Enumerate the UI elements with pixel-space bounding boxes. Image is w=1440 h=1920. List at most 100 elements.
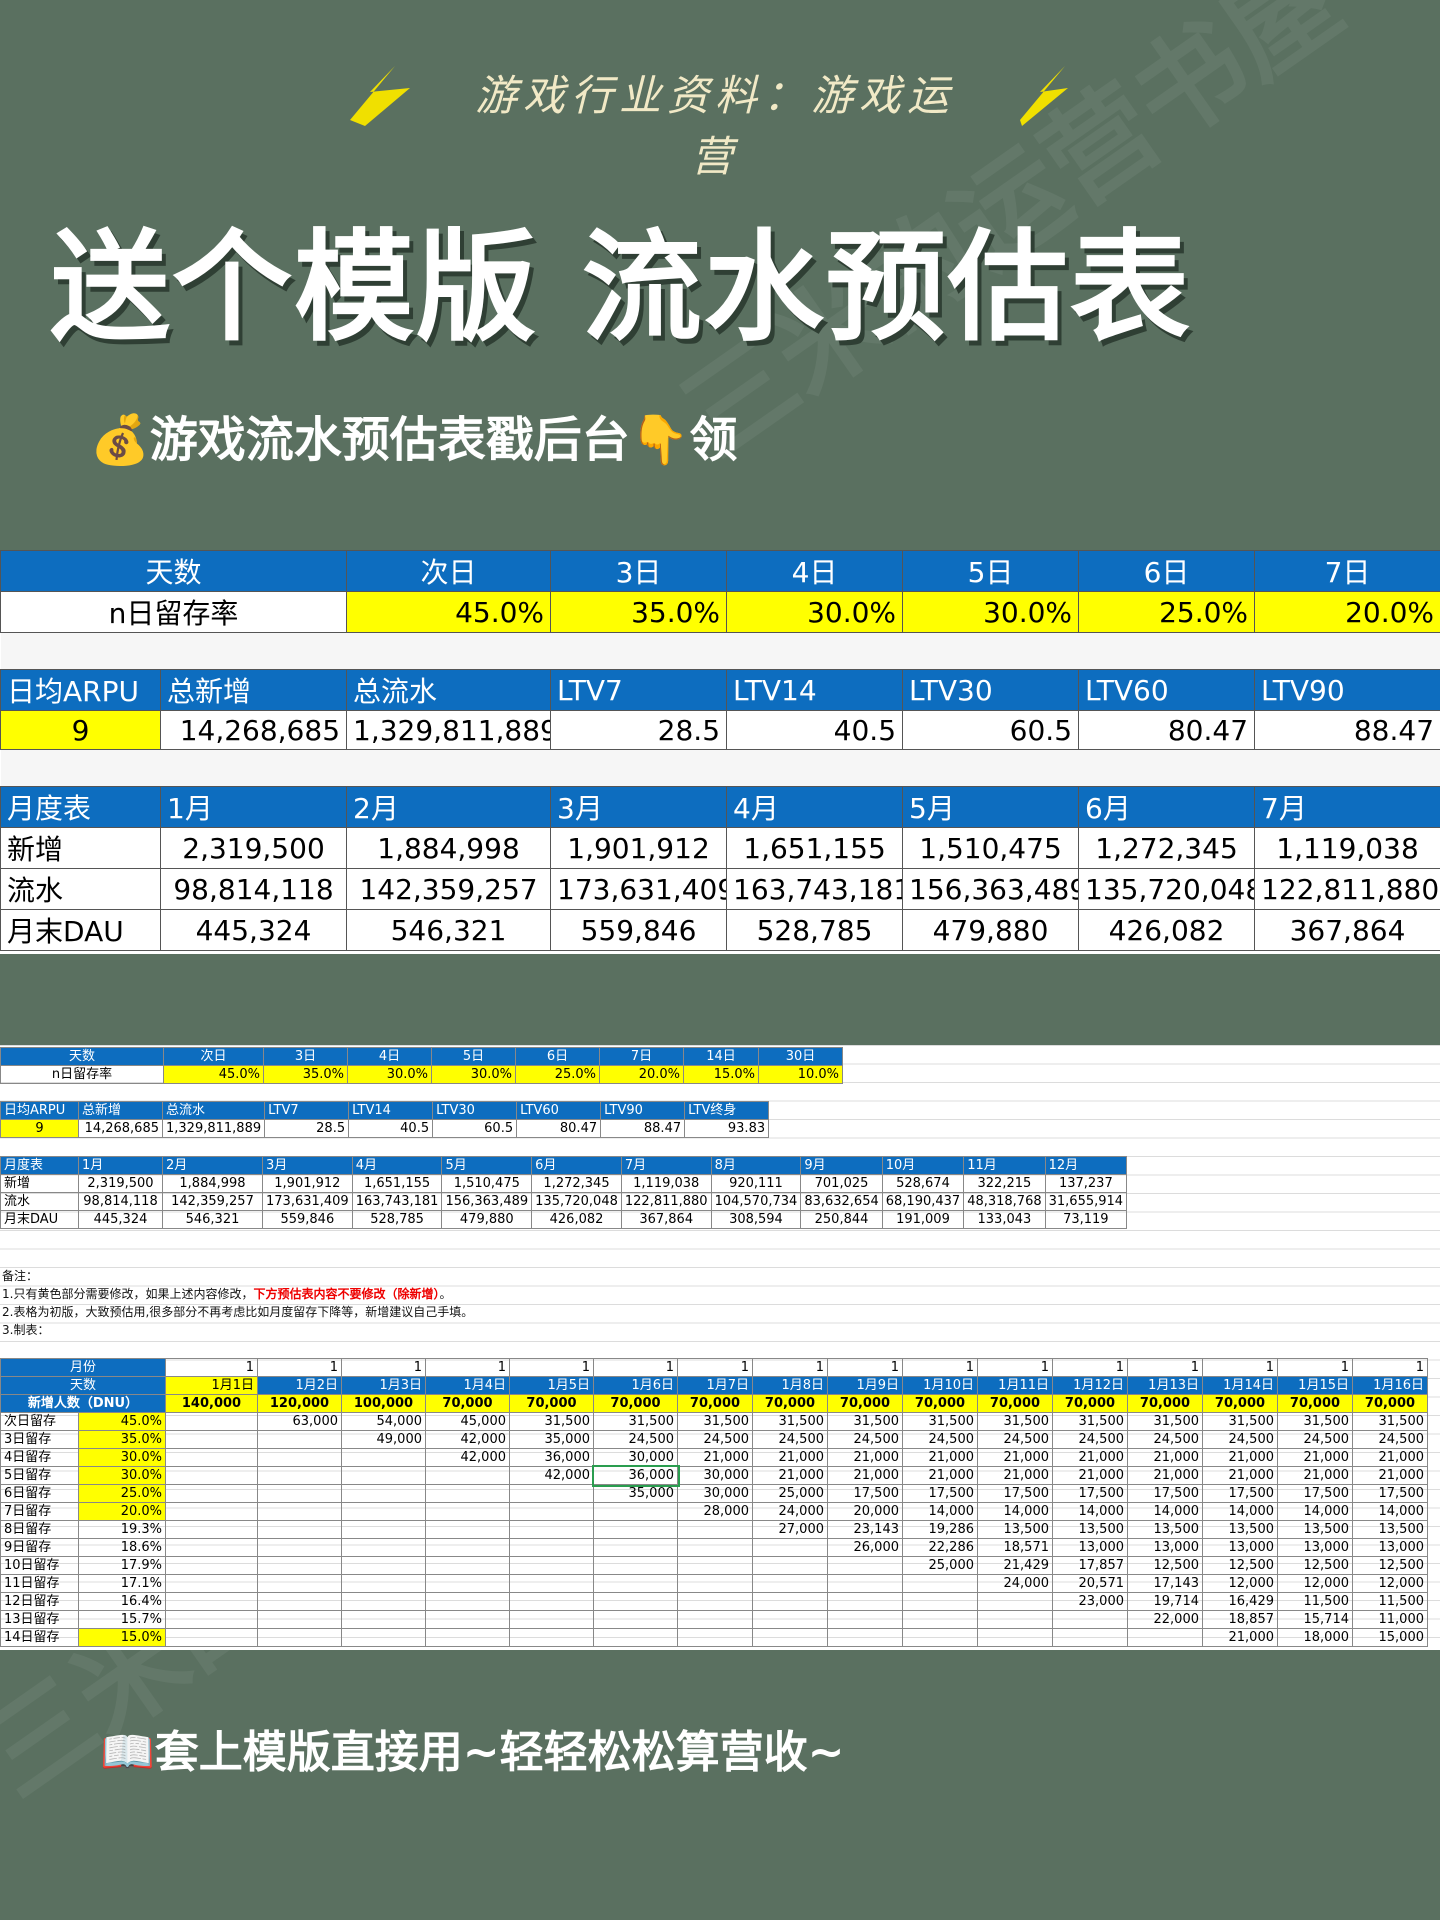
monthly-cell: 2,319,500 [159,827,348,869]
retention-rate-cell[interactable]: 10.0% [758,1065,843,1084]
dnu-cell[interactable]: 70,000 [1202,1394,1278,1413]
retention-rate-cell[interactable]: 45.0% [346,591,552,633]
retention-day-rate[interactable]: 15.0% [78,1628,166,1647]
retention-day-rate[interactable]: 20.0% [78,1502,166,1521]
date-cell: 1月14日 [1202,1376,1278,1395]
retention-rate-cell[interactable]: 25.0% [1078,591,1256,633]
monthly-cell: 173,631,409 [262,1192,353,1211]
retention-day-label: 14日留存 [0,1628,79,1647]
date-cell[interactable]: 1月1日 [165,1376,258,1395]
retention-day-rate[interactable]: 30.0% [78,1466,166,1485]
dnu-cell[interactable]: 70,000 [752,1394,828,1413]
retention-day-cell [509,1484,594,1503]
retention-day-cell: 21,000 [1127,1448,1203,1467]
retention-day-cell [165,1448,258,1467]
dnu-cell[interactable]: 70,000 [1052,1394,1128,1413]
retention-day-cell: 18,000 [1277,1628,1353,1647]
retention-day-cell: 12,500 [1277,1556,1353,1575]
retention-rate-cell[interactable]: 30.0% [347,1065,432,1084]
dnu-cell[interactable]: 70,000 [1127,1394,1203,1413]
retention-day-cell [677,1556,753,1575]
monthly-cell: 73,119 [1044,1210,1128,1229]
arpu-cell[interactable]: 9 [0,710,161,750]
dnu-cell[interactable]: 70,000 [977,1394,1053,1413]
retention-day-cell: 24,500 [902,1430,978,1449]
retention-day-cell [677,1628,753,1647]
retention-rate-cell[interactable]: 25.0% [515,1065,600,1084]
day-header: 7日 [599,1047,684,1066]
date-cell: 1月2日 [257,1376,342,1395]
dnu-cell[interactable]: 70,000 [425,1394,510,1413]
retention-rate-cell[interactable]: 20.0% [599,1065,684,1084]
dnu-cell[interactable]: 70,000 [1352,1394,1428,1413]
dnu-cell[interactable]: 70,000 [593,1394,678,1413]
retention-day-cell: 24,000 [752,1502,828,1521]
dnu-cell[interactable]: 140,000 [165,1394,258,1413]
retention-day-cell [827,1628,903,1647]
retention-day-rate[interactable]: 35.0% [78,1430,166,1449]
retention-day-cell: 21,000 [1352,1466,1428,1485]
retention-day-row: 12日留存 16.4% 23,000 19,714 16,429 11,500 11,500 [0,1592,1428,1611]
retention-day-cell: 21,000 [677,1448,753,1467]
retention-day-cell: 15,714 [1277,1610,1353,1629]
small-monthly-table: 月度表 1月 2月 3月 4月 5月 6月 7月 8月 9月 10月 11月 12月 新增 2,319,5… [0,1156,1128,1229]
retention-day-cell: 31,500 [1202,1412,1278,1431]
arpu-cell[interactable]: 9 [0,1119,79,1138]
retention-day-cell: 21,000 [1202,1448,1278,1467]
retention-day-row: 10日留存 17.9% 25,000 21,429 17,857 12,500 12,500… [0,1556,1428,1575]
retention-day-cell [827,1592,903,1611]
retention-day-cell: 13,500 [977,1520,1053,1539]
retention-day-rate[interactable]: 30.0% [78,1448,166,1467]
retention-day-rate: 15.7% [78,1610,166,1629]
retention-day-cell: 15,000 [1352,1628,1428,1647]
monthly-cell: 133,043 [963,1210,1046,1229]
dnu-cell[interactable]: 70,000 [1277,1394,1353,1413]
monthly-cell: 1,119,038 [1254,827,1440,869]
date-cell: 1月7日 [677,1376,753,1395]
retention-day-cell [827,1610,903,1629]
retention-rate-cell[interactable]: 20.0% [1254,591,1440,633]
retention-rate-cell[interactable]: 45.0% [163,1065,264,1084]
monthly-row: 流水 98,814,118 142,359,257 173,631,409 163,74… [0,1192,1128,1211]
retention-day-rate[interactable]: 45.0% [78,1412,166,1431]
spreadsheet-screenshot: 天数 次日 3日 4日 5日 6日 7日 14日 30日 n日留存率 45.0% 35.0% 30.0… [0,1045,1440,1650]
retention-day-cell [509,1592,594,1611]
retention-day-row: 4日留存 30.0% 42,000 36,000 30,000 21,000 21,000 2… [0,1448,1428,1467]
retention-day-cell: 21,000 [1202,1466,1278,1485]
ltv-header: LTV30 [432,1101,518,1120]
retention-day-cell [902,1610,978,1629]
retention-day-cell [902,1592,978,1611]
retention-rate-cell[interactable]: 35.0% [263,1065,348,1084]
dnu-cell[interactable]: 70,000 [902,1394,978,1413]
dnu-cell[interactable]: 70,000 [677,1394,753,1413]
retention-day-rate[interactable]: 25.0% [78,1484,166,1503]
retention-day-cell: 24,500 [1277,1430,1353,1449]
retention-day-cell [977,1628,1053,1647]
dnu-cell[interactable]: 100,000 [341,1394,426,1413]
retention-day-cell: 23,143 [827,1520,903,1539]
ltv-header: 总新增 [159,669,348,711]
retention-rate-cell[interactable]: 15.0% [683,1065,759,1084]
retention-day-cell: 36,000 [509,1448,594,1467]
retention-day-cell: 13,000 [1352,1538,1428,1557]
monthly-cell: 367,864 [1254,909,1440,951]
retention-day-cell: 21,000 [752,1448,828,1467]
retention-day-cell [165,1412,258,1431]
retention-day-cell [593,1628,678,1647]
retention-day-cell: 42,000 [509,1466,594,1485]
retention-rate-cell[interactable]: 30.0% [431,1065,516,1084]
dnu-cell[interactable]: 70,000 [509,1394,594,1413]
retention-rate-cell[interactable]: 35.0% [550,591,728,633]
retention-day-cell: 13,000 [1127,1538,1203,1557]
retention-rate-cell[interactable]: 30.0% [902,591,1080,633]
ltv-cell: 40.5 [726,710,904,750]
monthly-row-label: 流水 [0,868,161,910]
dnu-cell[interactable]: 120,000 [257,1394,342,1413]
retention-rate-cell[interactable]: 30.0% [726,591,904,633]
notes-title: 备注： [2,1269,39,1283]
dnu-cell[interactable]: 70,000 [827,1394,903,1413]
subtitle: 💰游戏流水预估表戳后台👇领 [90,400,738,470]
retention-day-cell: 17,500 [1127,1484,1203,1503]
retention-day-cell: 13,500 [1352,1520,1428,1539]
retention-day-cell [257,1592,342,1611]
